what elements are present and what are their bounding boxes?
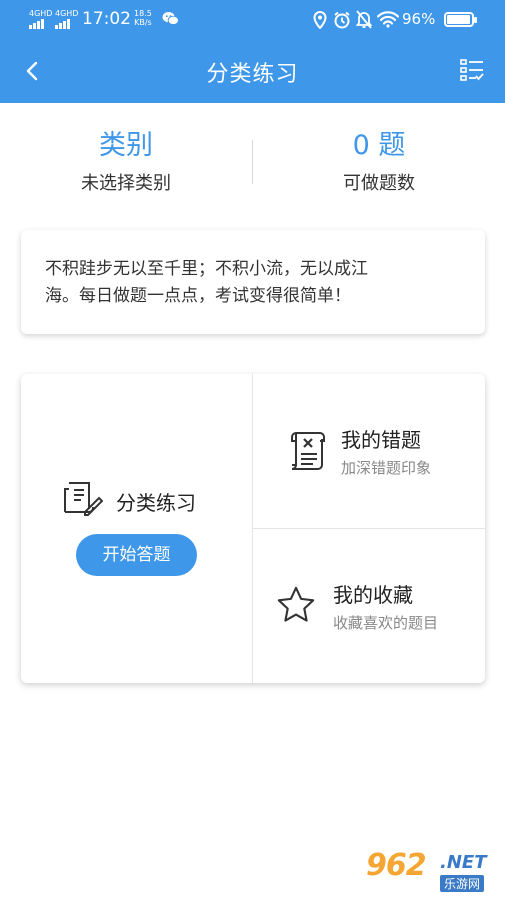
net-speed: 18.5 KB/s [134,9,152,27]
location-icon [313,11,327,29]
category-practice-panel: 分类练习 开始答题 [21,374,252,683]
category-stat[interactable]: 类别 未选择类别 [0,129,252,195]
net-speed-value: 18.5 [134,9,152,18]
count-value: 0 题 [352,130,406,161]
sim2-signal: 4GHD [55,10,78,29]
wechat-icon [162,11,179,26]
wifi-icon [377,11,399,28]
clock: 17:02 [82,9,131,29]
start-answering-button[interactable]: 开始答题 [76,534,197,576]
wrong-questions-tile[interactable]: 我的错题 加深错题印象 [253,374,485,528]
sim1-signal: 4GHD [29,10,52,29]
mute-icon [356,10,372,29]
favorites-subtitle: 收藏喜欢的题目 [333,614,439,632]
battery-icon [444,12,477,27]
sim1-label: 4GHD [29,9,53,18]
app-header: 分类练习 [0,40,505,103]
watermark-sub: 乐游网 [440,875,485,892]
site-watermark: 962 .NET 乐游网 [366,848,498,896]
battery-percent: 96% [402,10,436,28]
writing-notes-icon [64,482,103,516]
category-label: 未选择类别 [81,173,171,194]
wrong-questions-subtitle: 加深错题印象 [341,459,432,477]
alarm-icon [334,11,350,29]
category-value: 类别 [99,130,153,161]
count-label: 可做题数 [343,173,415,194]
motto-line-1: 不积跬步无以至千里；不积小流，无以成江 [45,259,368,279]
status-bar: 4GHD 4GHD 17:02 18.5 KB/s 96% [0,0,505,40]
sim2-label: 4GHD [55,9,79,18]
wrong-questions-title: 我的错题 [341,428,421,452]
net-speed-unit: KB/s [134,18,152,27]
watermark-suffix: .NET [440,852,487,873]
stats-row: 类别 未选择类别 0 题 可做题数 [0,103,505,223]
watermark-brand: 962 [366,848,427,883]
practice-title: 分类练习 [116,491,196,515]
feature-grid: 分类练习 开始答题 我的错题 加深错题印象 我的收藏 收藏喜欢的题目 [21,374,485,683]
motto-line-2: 海。每日做题一点点，考试变得很简单！ [45,286,351,306]
favorites-tile[interactable]: 我的收藏 收藏喜欢的题目 [253,529,485,683]
star-icon [277,586,315,622]
count-stat: 0 题 可做题数 [253,129,505,195]
page-title: 分类练习 [206,62,299,87]
favorites-title: 我的收藏 [333,583,413,607]
filter-list-icon[interactable] [459,57,485,83]
error-scroll-icon [291,432,325,470]
motto-card: 不积跬步无以至千里；不积小流，无以成江 海。每日做题一点点，考试变得很简单！ [21,230,485,334]
